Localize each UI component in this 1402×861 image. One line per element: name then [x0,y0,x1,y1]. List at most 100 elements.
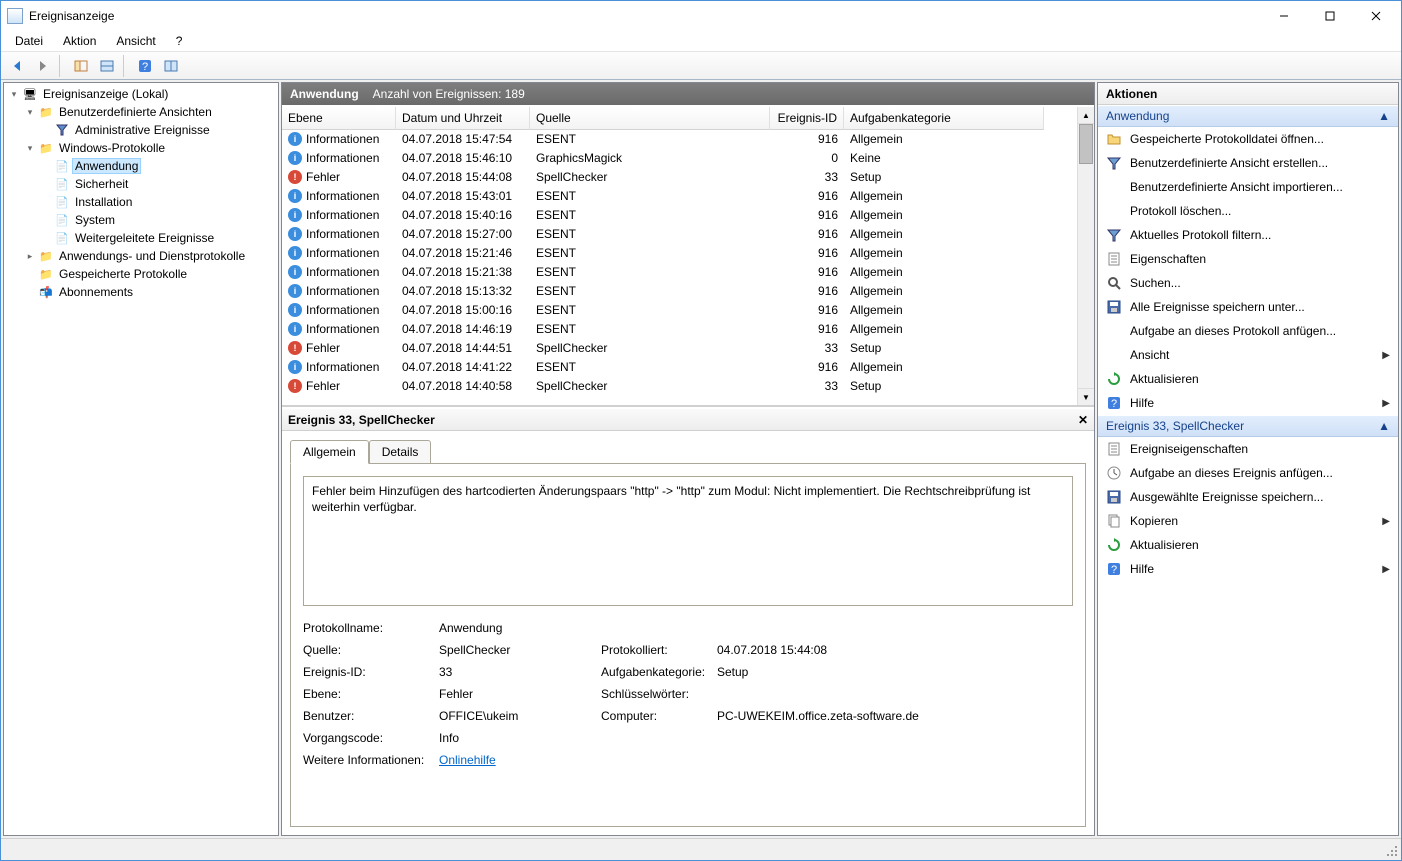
collapse-icon[interactable]: ▾ [8,88,20,100]
action-benutzerdefinierte-ansicht-erstellen[interactable]: Benutzerdefinierte Ansicht erstellen... [1098,151,1398,175]
event-category-cell[interactable]: Allgemein [844,187,1044,206]
event-level-cell[interactable]: iInformationen [282,149,396,168]
event-level-cell[interactable]: !Fehler [282,168,396,187]
event-datetime-cell[interactable]: 04.07.2018 15:44:08 [396,168,530,187]
minimize-button[interactable] [1261,1,1307,31]
event-source-cell[interactable]: ESENT [530,244,770,263]
event-datetime-cell[interactable]: 04.07.2018 15:21:46 [396,244,530,263]
event-id-cell[interactable]: 33 [770,377,844,396]
action-hilfe[interactable]: ?Hilfe▶ [1098,557,1398,581]
event-level-cell[interactable]: iInformationen [282,358,396,377]
event-category-cell[interactable]: Allgemein [844,301,1044,320]
event-datetime-cell[interactable]: 04.07.2018 15:21:38 [396,263,530,282]
scroll-up-icon[interactable]: ▲ [1078,107,1094,124]
event-id-cell[interactable]: 0 [770,149,844,168]
titlebar[interactable]: Ereignisanzeige [1,1,1401,31]
action-ausgewählte-ereignisse-speichern[interactable]: Ausgewählte Ereignisse speichern... [1098,485,1398,509]
event-source-cell[interactable]: ESENT [530,263,770,282]
event-id-cell[interactable]: 916 [770,187,844,206]
action-aufgabe-an-dieses-protokoll-anfügen[interactable]: Aufgabe an dieses Protokoll anfügen... [1098,319,1398,343]
tree-system[interactable]: 📄System [40,211,276,229]
action-benutzerdefinierte-ansicht-importieren[interactable]: Benutzerdefinierte Ansicht importieren..… [1098,175,1398,199]
action-aktuelles-protokoll-filtern[interactable]: Aktuelles Protokoll filtern... [1098,223,1398,247]
event-category-cell[interactable]: Allgemein [844,320,1044,339]
action-hilfe[interactable]: ?Hilfe▶ [1098,391,1398,415]
action-kopieren[interactable]: Kopieren▶ [1098,509,1398,533]
tree-application[interactable]: 📄Anwendung [40,157,276,175]
event-id-cell[interactable]: 916 [770,301,844,320]
action-ansicht[interactable]: Ansicht▶ [1098,343,1398,367]
event-category-cell[interactable]: Setup [844,377,1044,396]
event-datetime-cell[interactable]: 04.07.2018 15:47:54 [396,130,530,149]
tree-installation[interactable]: 📄Installation [40,193,276,211]
scroll-thumb[interactable] [1079,124,1093,164]
event-source-cell[interactable]: ESENT [530,206,770,225]
column-datetime[interactable]: Datum und Uhrzeit [396,107,530,130]
resize-grip-icon[interactable] [1381,839,1401,860]
event-id-cell[interactable]: 916 [770,320,844,339]
maximize-button[interactable] [1307,1,1353,31]
column-level[interactable]: Ebene [282,107,396,130]
event-level-cell[interactable]: iInformationen [282,206,396,225]
tree-forwarded[interactable]: 📄Weitergeleitete Ereignisse [40,229,276,247]
event-level-cell[interactable]: iInformationen [282,301,396,320]
event-id-cell[interactable]: 916 [770,130,844,149]
event-datetime-cell[interactable]: 04.07.2018 14:46:19 [396,320,530,339]
event-datetime-cell[interactable]: 04.07.2018 15:40:16 [396,206,530,225]
toolbar-pane-icon[interactable] [95,55,119,77]
tree-subscriptions[interactable]: 📬 Abonnements [24,283,276,301]
tab-details[interactable]: Details [369,440,432,464]
actions-group-anwendung[interactable]: Anwendung ▲ [1098,105,1398,127]
event-datetime-cell[interactable]: 04.07.2018 14:40:58 [396,377,530,396]
expand-icon[interactable]: ▸ [24,250,36,262]
toolbar-back-icon[interactable] [5,55,29,77]
event-category-cell[interactable]: Setup [844,339,1044,358]
event-source-cell[interactable]: ESENT [530,320,770,339]
tree-custom-views[interactable]: ▾ 📁 Benutzerdefinierte Ansichten [24,103,276,121]
event-source-cell[interactable]: SpellChecker [530,339,770,358]
action-protokoll-löschen[interactable]: Protokoll löschen... [1098,199,1398,223]
action-ereigniseigenschaften[interactable]: Ereigniseigenschaften [1098,437,1398,461]
tree-saved-logs[interactable]: 📁 Gespeicherte Protokolle [24,265,276,283]
menu-help[interactable]: ? [166,32,193,50]
event-source-cell[interactable]: ESENT [530,187,770,206]
action-aufgabe-an-dieses-ereignis-anfügen[interactable]: Aufgabe an dieses Ereignis anfügen... [1098,461,1398,485]
event-level-cell[interactable]: iInformationen [282,225,396,244]
event-category-cell[interactable]: Keine [844,149,1044,168]
event-source-cell[interactable]: GraphicsMagick [530,149,770,168]
event-source-cell[interactable]: SpellChecker [530,168,770,187]
toolbar-showhide-icon[interactable] [69,55,93,77]
scroll-down-icon[interactable]: ▼ [1078,388,1094,405]
event-source-cell[interactable]: SpellChecker [530,377,770,396]
action-eigenschaften[interactable]: Eigenschaften [1098,247,1398,271]
toolbar-help-icon[interactable]: ? [133,55,157,77]
event-level-cell[interactable]: iInformationen [282,187,396,206]
column-taskcat[interactable]: Aufgabenkategorie [844,107,1044,130]
event-category-cell[interactable]: Allgemein [844,358,1044,377]
event-id-cell[interactable]: 916 [770,244,844,263]
menu-view[interactable]: Ansicht [106,32,165,50]
event-id-cell[interactable]: 916 [770,358,844,377]
event-id-cell[interactable]: 916 [770,263,844,282]
close-button[interactable] [1353,1,1399,31]
event-category-cell[interactable]: Allgemein [844,206,1044,225]
event-source-cell[interactable]: ESENT [530,282,770,301]
vertical-scrollbar[interactable]: ▲ ▼ [1077,107,1094,405]
event-category-cell[interactable]: Allgemein [844,263,1044,282]
collapse-icon[interactable]: ▾ [24,142,36,154]
event-datetime-cell[interactable]: 04.07.2018 15:27:00 [396,225,530,244]
event-datetime-cell[interactable]: 04.07.2018 14:41:22 [396,358,530,377]
event-datetime-cell[interactable]: 04.07.2018 15:00:16 [396,301,530,320]
tree-security[interactable]: 📄Sicherheit [40,175,276,193]
tree-root[interactable]: ▾ 🖥 Ereignisanzeige (Lokal) [8,85,276,103]
event-id-cell[interactable]: 916 [770,225,844,244]
action-gespeicherte-protokolldatei-öffnen[interactable]: Gespeicherte Protokolldatei öffnen... [1098,127,1398,151]
collapse-icon[interactable]: ▲ [1378,109,1390,123]
event-category-cell[interactable]: Allgemein [844,244,1044,263]
menu-action[interactable]: Aktion [53,32,106,50]
event-category-cell[interactable]: Setup [844,168,1044,187]
event-source-cell[interactable]: ESENT [530,358,770,377]
event-source-cell[interactable]: ESENT [530,130,770,149]
column-source[interactable]: Quelle [530,107,770,130]
actions-group-event[interactable]: Ereignis 33, SpellChecker ▲ [1098,415,1398,437]
